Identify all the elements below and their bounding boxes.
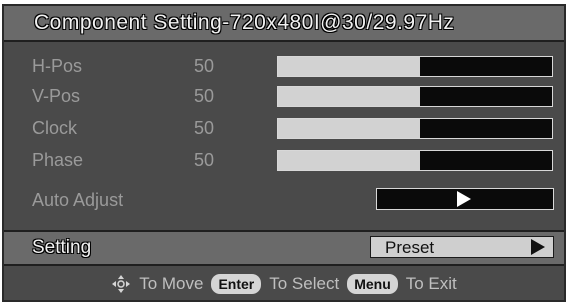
preset-selector[interactable]: Preset <box>370 236 554 258</box>
row-label: H-Pos <box>32 56 83 76</box>
row-label: Clock <box>32 118 78 138</box>
phase-slider[interactable] <box>277 150 553 171</box>
setting-row-clock[interactable]: Clock 50 <box>4 116 564 142</box>
h-pos-slider[interactable] <box>277 56 553 77</box>
help-exit-text: To Exit <box>405 274 457 293</box>
slider-fill <box>278 119 421 138</box>
slider-fill <box>278 87 421 106</box>
enter-key-badge: Enter <box>211 274 262 294</box>
title-bar: Component Setting-720x480I@30/29.97Hz <box>4 6 564 42</box>
page-title: Component Setting-720x480I@30/29.97Hz <box>34 11 455 34</box>
help-select-text: To Select <box>269 274 340 293</box>
row-value: 50 <box>194 150 215 170</box>
slider-fill <box>278 151 421 170</box>
row-value: 50 <box>194 118 215 138</box>
auto-adjust-row[interactable]: Auto Adjust <box>4 188 564 214</box>
auto-adjust-label: Auto Adjust <box>32 190 124 210</box>
row-value: 50 <box>194 86 215 106</box>
setting-bar[interactable]: Setting Preset <box>4 230 564 266</box>
osd-menu: Component Setting-720x480I@30/29.97Hz H-… <box>2 4 566 302</box>
setting-row-phase[interactable]: Phase 50 <box>4 148 564 174</box>
clock-slider[interactable] <box>277 118 553 139</box>
slider-fill <box>278 57 421 76</box>
arrow-right-icon <box>531 239 545 255</box>
help-bar: To Move Enter To Select Menu To Exit <box>4 268 564 300</box>
move-icon <box>111 274 131 294</box>
row-label: Phase <box>32 150 84 170</box>
menu-key-badge: Menu <box>347 274 398 294</box>
auto-adjust-button[interactable] <box>376 188 554 210</box>
row-value: 50 <box>194 56 215 76</box>
setting-label: Setting <box>32 237 92 258</box>
row-label: V-Pos <box>32 86 81 106</box>
help-move-text: To Move <box>139 274 204 293</box>
preset-value: Preset <box>385 238 435 257</box>
setting-row-v-pos[interactable]: V-Pos 50 <box>4 84 564 110</box>
arrow-right-icon <box>457 191 471 207</box>
v-pos-slider[interactable] <box>277 86 553 107</box>
setting-row-h-pos[interactable]: H-Pos 50 <box>4 54 564 80</box>
